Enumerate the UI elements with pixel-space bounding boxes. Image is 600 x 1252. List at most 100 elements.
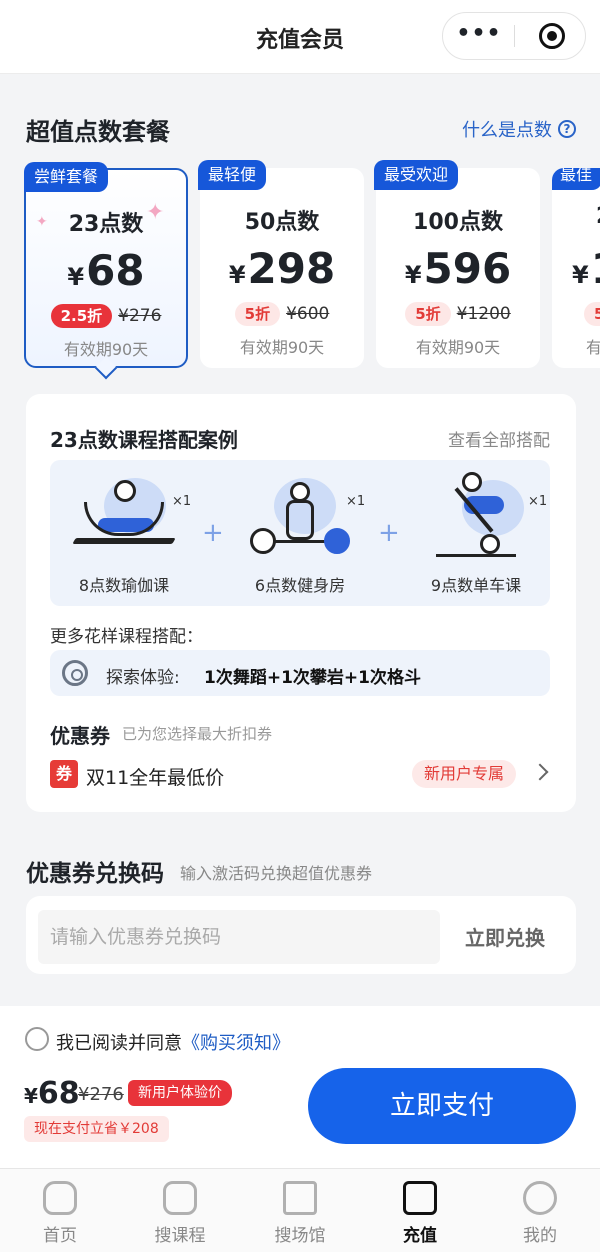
home-icon xyxy=(43,1181,77,1215)
more-menu-icon[interactable]: ••• xyxy=(443,13,515,59)
price-value: 1 xyxy=(591,244,600,293)
tab-label: 我的 xyxy=(523,1226,557,1246)
yoga-icon xyxy=(72,472,176,562)
discount-row: 5折 ¥1200 xyxy=(376,302,540,326)
package-tag: 最轻便 xyxy=(198,160,267,190)
explore-value: 1次舞蹈+1次攀岩+1次格斗 xyxy=(204,668,421,688)
capsule-divider xyxy=(514,25,515,47)
package-card-100[interactable]: 最受欢迎 100点数 ¥596 5折 ¥1200 有效期90天 xyxy=(374,160,540,368)
times-label: ×1 xyxy=(172,494,192,509)
coupon-name[interactable]: 双11全年最低价 xyxy=(86,763,224,790)
torso xyxy=(286,500,314,540)
nav-bar: 充值会员 ••• xyxy=(0,0,600,74)
purchase-terms-link[interactable]: 《购买须知》 xyxy=(182,1033,290,1054)
package-tag: 最佳 xyxy=(552,168,600,190)
tab-label: 充值 xyxy=(403,1226,437,1246)
package-card-23[interactable]: 尝鲜套餐 ✦ ✦ 23点数 ¥68 2.5折 ¥276 有效期90天 xyxy=(24,162,188,368)
agree-text: 我已阅读并同意《购买须知》 xyxy=(56,1029,290,1055)
agree-label: 我已阅读并同意 xyxy=(56,1033,182,1054)
wallet-icon xyxy=(403,1181,437,1215)
help-link-label: 什么是点数 xyxy=(462,120,552,141)
tab-courses[interactable]: 搜课程 xyxy=(120,1169,240,1252)
target-icon xyxy=(62,660,88,686)
pay-original-price: ¥276 xyxy=(78,1084,124,1105)
legs xyxy=(84,502,164,536)
explore-label: 探索体验: xyxy=(106,668,180,688)
package-tag: 最受欢迎 xyxy=(374,160,459,190)
original-price: ¥600 xyxy=(286,304,330,324)
course-gym[interactable]: ×1 6点数健身房 xyxy=(230,460,370,606)
course-caption: 9点数单车课 xyxy=(430,576,522,595)
pay-now-button[interactable]: 立即支付 xyxy=(308,1068,576,1144)
new-user-badge: 新用户专属 xyxy=(412,760,517,788)
tab-home[interactable]: 首页 xyxy=(0,1169,120,1252)
package-points: 100点数 xyxy=(413,210,503,235)
weight-plate xyxy=(324,528,350,554)
close-icon[interactable] xyxy=(539,23,565,49)
discount-badge: 5折 xyxy=(405,302,451,326)
head xyxy=(290,482,310,502)
package-price: ¥596 xyxy=(376,244,540,293)
new-user-price-tag: 新用户体验价 xyxy=(128,1080,232,1106)
discount-row: 2.5折 ¥276 xyxy=(26,304,186,328)
tab-label: 搜场馆 xyxy=(274,1226,326,1246)
course-icon xyxy=(163,1181,197,1215)
bike-base xyxy=(436,554,516,557)
combination-title: 23点数课程搭配案例 xyxy=(50,428,238,452)
more-combinations-title: 更多花样课程搭配： xyxy=(50,627,203,647)
course-caption: 6点数健身房 xyxy=(254,576,346,595)
explore-combination-row[interactable]: 探索体验: 1次舞蹈+1次攀岩+1次格斗 xyxy=(50,650,550,696)
venue-icon xyxy=(283,1181,317,1215)
currency-symbol: ¥ xyxy=(572,261,589,289)
price-value: 68 xyxy=(86,246,145,295)
redeem-code-input[interactable] xyxy=(38,910,440,964)
view-all-combinations-link[interactable]: 查看全部搭配 xyxy=(448,426,550,451)
plus-sign: + xyxy=(378,518,400,548)
agree-checkbox[interactable] xyxy=(25,1027,49,1051)
head xyxy=(114,480,136,502)
tab-bar: 首页 搜课程 搜场馆 充值 我的 xyxy=(0,1168,600,1252)
course-yoga[interactable]: ×1 8点数瑜伽课 xyxy=(54,460,194,606)
original-price: ¥1200 xyxy=(456,304,511,324)
weightlifting-icon xyxy=(250,472,350,562)
tab-label: 搜课程 xyxy=(154,1226,206,1246)
tab-venues[interactable]: 搜场馆 xyxy=(240,1169,360,1252)
coupon-subtitle: 已为您选择最大折扣券 xyxy=(122,725,273,743)
course-cycling[interactable]: ×1 9点数单车课 xyxy=(406,460,548,606)
currency-symbol: ¥ xyxy=(404,261,422,289)
package-validity: 有效期90天 xyxy=(415,338,501,357)
redeem-button[interactable]: 立即兑换 xyxy=(465,922,545,951)
package-validity: 有效期90天 xyxy=(239,338,325,357)
discount-badge: 5. xyxy=(584,302,600,326)
tab-profile[interactable]: 我的 xyxy=(480,1169,600,1252)
discount-row: 5折 ¥600 xyxy=(200,302,364,326)
coupon-title: 优惠券 xyxy=(50,724,110,748)
profile-icon xyxy=(523,1181,557,1215)
discount-badge: 5折 xyxy=(234,302,281,326)
currency-symbol: ¥ xyxy=(24,1084,38,1108)
what-are-points-link[interactable]: 什么是点数 ? xyxy=(462,116,576,142)
package-price: ¥298 xyxy=(200,244,364,293)
bike-wheel xyxy=(480,534,500,554)
price-value: 298 xyxy=(247,244,336,293)
mini-program-capsule: ••• xyxy=(442,12,586,60)
times-label: ×1 xyxy=(528,494,548,509)
head xyxy=(462,472,482,492)
course-caption: 8点数瑜伽课 xyxy=(78,576,170,595)
redeem-title: 优惠券兑换码 xyxy=(26,861,164,887)
pay-price-value: 68 xyxy=(37,1076,80,1111)
currency-symbol: ¥ xyxy=(228,261,246,289)
price-value: 596 xyxy=(423,244,512,293)
coupon-icon: 券 xyxy=(50,760,78,788)
currency-symbol: ¥ xyxy=(67,263,85,291)
tab-recharge[interactable]: 充值 xyxy=(360,1169,480,1252)
package-card-partial[interactable]: 最佳 2 ¥1 5. 有 xyxy=(552,168,600,368)
package-card-50[interactable]: 最轻便 50点数 ¥298 5折 ¥600 有效期90天 xyxy=(198,160,364,368)
package-tag: 尝鲜套餐 xyxy=(24,162,109,192)
cycling-icon xyxy=(426,472,526,562)
packages-section-title: 超值点数套餐 xyxy=(26,118,170,146)
times-label: ×1 xyxy=(346,494,366,509)
weight-plate xyxy=(250,528,276,554)
course-examples-box: ×1 8点数瑜伽课 + ×1 6点数健身房 + ×1 9点数单车课 xyxy=(50,460,550,606)
package-points: 23点数 xyxy=(68,212,144,237)
